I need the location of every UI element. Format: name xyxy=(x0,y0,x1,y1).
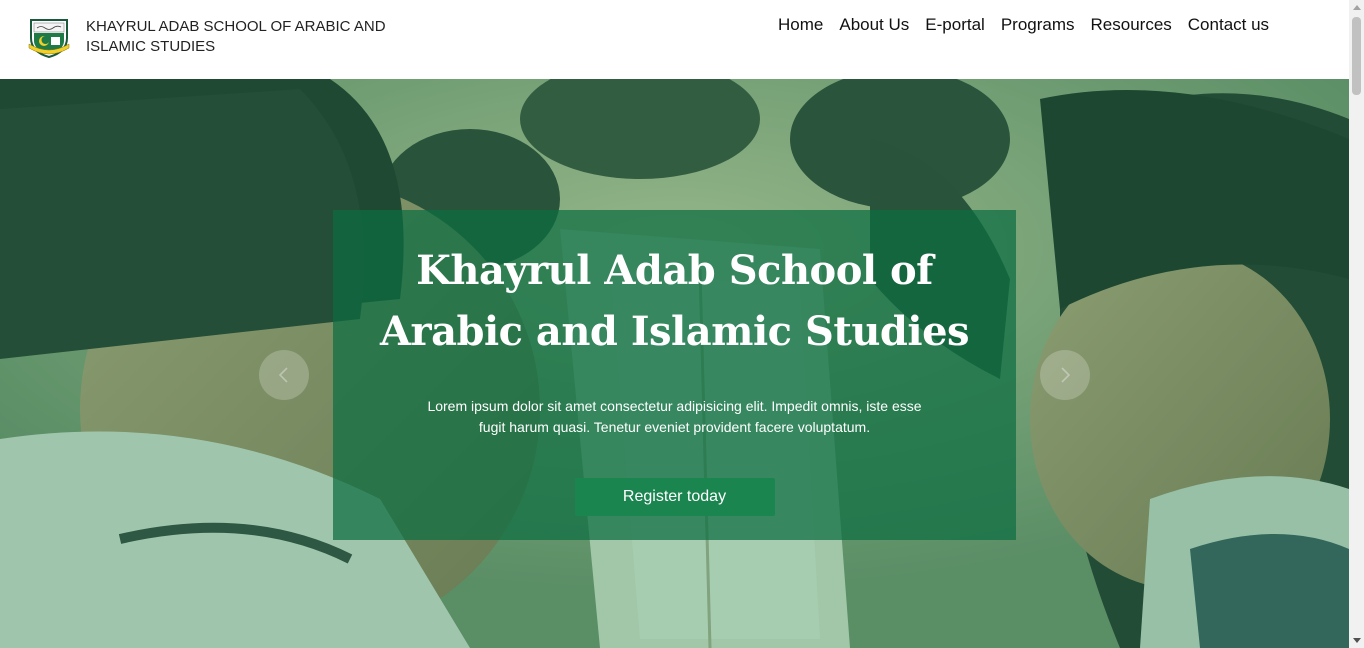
nav-item-resources[interactable]: Resources xyxy=(1083,14,1180,36)
nav-item-programs[interactable]: Programs xyxy=(993,14,1083,36)
chevron-right-icon xyxy=(1061,367,1071,383)
nav-item-contact-us[interactable]: Contact us xyxy=(1180,14,1277,36)
carousel-prev-button[interactable] xyxy=(259,350,309,400)
school-crest-icon[interactable] xyxy=(27,14,71,59)
chevron-left-icon xyxy=(278,367,288,383)
scroll-up-icon[interactable] xyxy=(1353,5,1361,10)
register-button[interactable]: Register today xyxy=(574,478,775,516)
nav-item-home[interactable]: Home xyxy=(770,14,831,36)
carousel-next-button[interactable] xyxy=(1040,350,1090,400)
page-scrollbar[interactable] xyxy=(1349,0,1364,648)
site-header: KHAYRUL ADAB SCHOOL OF ARABIC AND ISLAMI… xyxy=(0,0,1349,79)
brand-name[interactable]: KHAYRUL ADAB SCHOOL OF ARABIC AND ISLAMI… xyxy=(86,17,406,57)
hero-description: Lorem ipsum dolor sit amet consectetur a… xyxy=(427,398,922,435)
nav-item-about-us[interactable]: About Us xyxy=(831,14,917,36)
hero-title: Khayrul Adab School of Arabic and Islami… xyxy=(379,247,970,355)
hero-card: Khayrul Adab School of Arabic and Islami… xyxy=(333,210,1016,540)
hero-carousel: Khayrul Adab School of Arabic and Islami… xyxy=(0,79,1349,648)
scrollbar-thumb[interactable] xyxy=(1352,17,1361,95)
nav-item-e-portal[interactable]: E-portal xyxy=(917,14,993,36)
scroll-down-icon[interactable] xyxy=(1353,638,1361,643)
main-nav: Home About Us E-portal Programs Resource… xyxy=(770,14,1277,36)
